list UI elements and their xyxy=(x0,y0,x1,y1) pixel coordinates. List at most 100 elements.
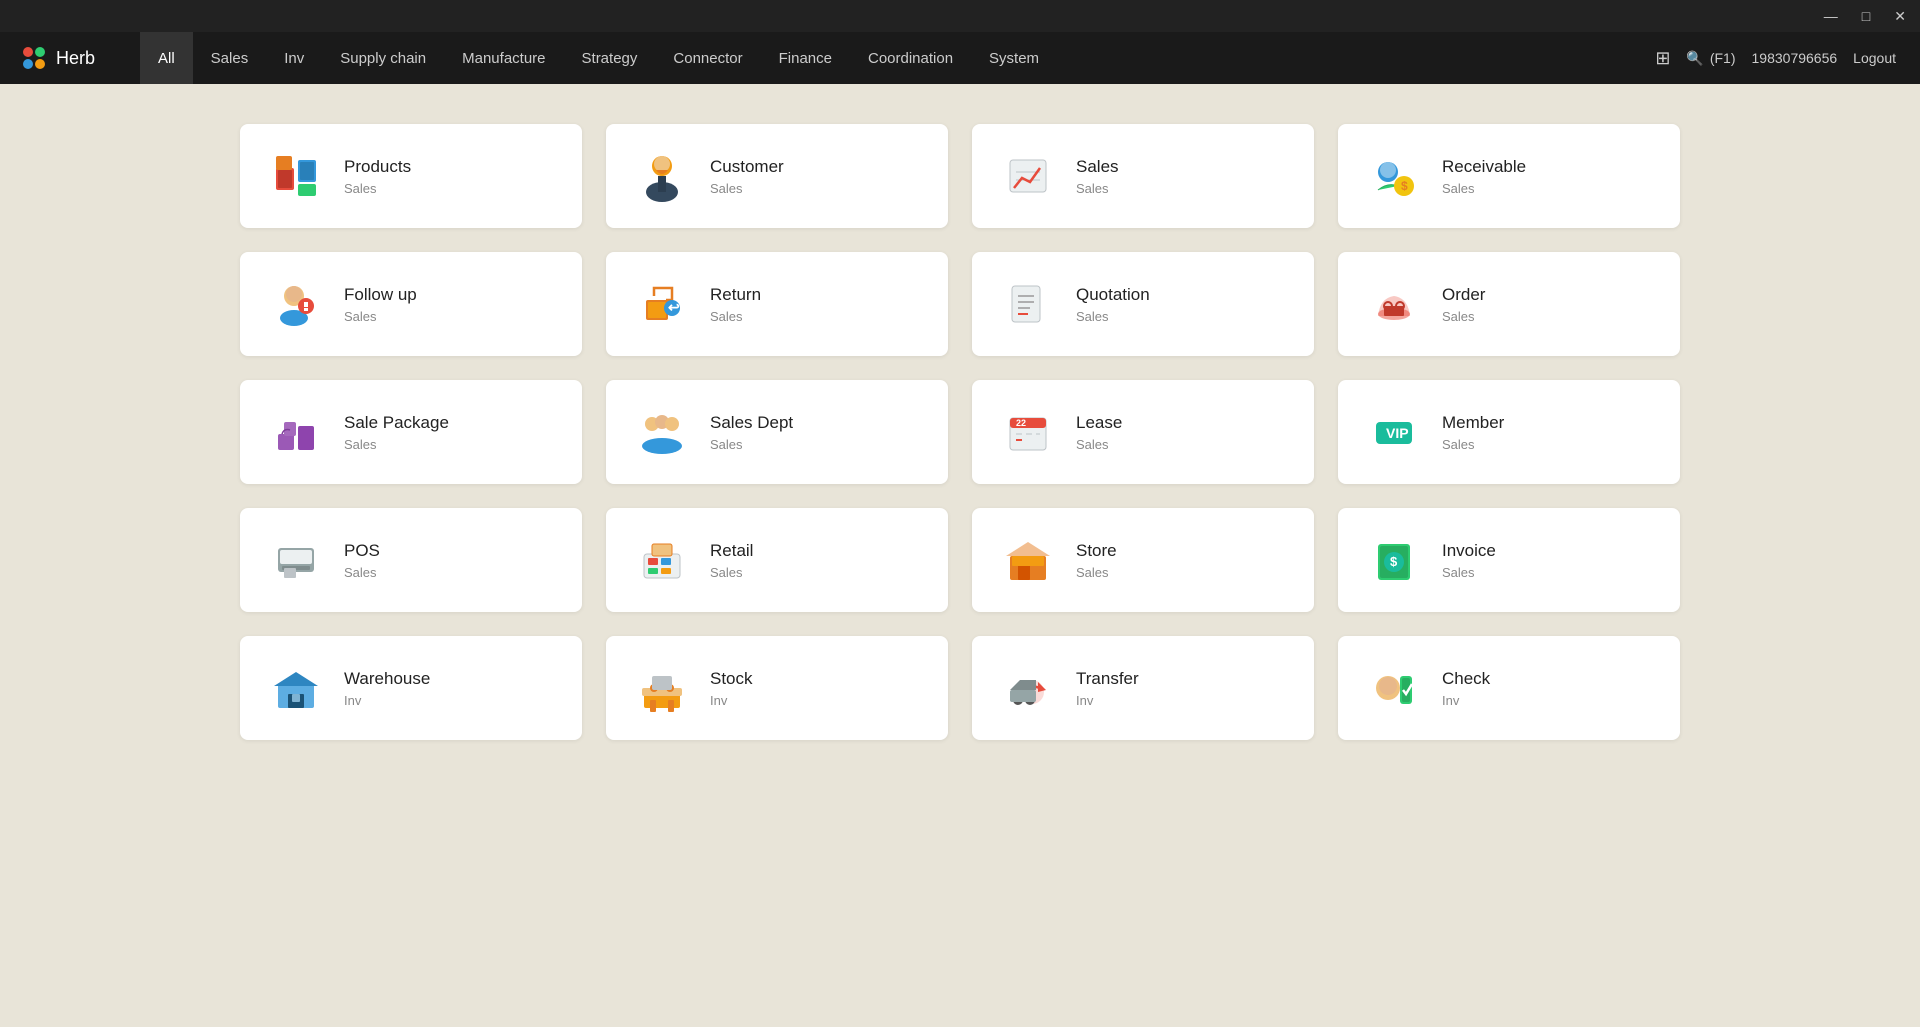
nav-item-sales[interactable]: Sales xyxy=(193,32,267,84)
card-grid: Products Sales Customer Sales Sales Sale… xyxy=(240,124,1680,740)
card-lease[interactable]: 22 Lease Sales xyxy=(972,380,1314,484)
svg-text:$: $ xyxy=(1401,179,1408,193)
card-title: Return xyxy=(710,285,761,305)
card-text: Return Sales xyxy=(710,285,761,324)
card-quotation[interactable]: Quotation Sales xyxy=(972,252,1314,356)
card-pos[interactable]: POS Sales xyxy=(240,508,582,612)
card-check[interactable]: Check Inv xyxy=(1338,636,1680,740)
card-text: Receivable Sales xyxy=(1442,157,1526,196)
card-category: Sales xyxy=(1442,437,1504,452)
card-category: Sales xyxy=(1076,309,1150,324)
card-transfer[interactable]: Transfer Inv xyxy=(972,636,1314,740)
card-customer[interactable]: Customer Sales xyxy=(606,124,948,228)
card-category: Sales xyxy=(344,309,417,324)
card-text: Follow up Sales xyxy=(344,285,417,324)
store-icon xyxy=(1000,532,1056,588)
card-title: Warehouse xyxy=(344,669,430,689)
card-return[interactable]: ↩ Return Sales xyxy=(606,252,948,356)
logout-button[interactable]: Logout xyxy=(1853,50,1896,66)
order-icon xyxy=(1366,276,1422,332)
nav-right: ⊞ 🔍 (F1) 19830796656 Logout xyxy=(1631,48,1920,69)
card-title: Member xyxy=(1442,413,1504,433)
card-text: Store Sales xyxy=(1076,541,1117,580)
card-member[interactable]: VIP Member Sales xyxy=(1338,380,1680,484)
card-category: Sales xyxy=(1076,181,1119,196)
card-products[interactable]: Products Sales xyxy=(240,124,582,228)
card-text: Sale Package Sales xyxy=(344,413,449,452)
nav-item-strategy[interactable]: Strategy xyxy=(564,32,656,84)
card-receivable[interactable]: $ Receivable Sales xyxy=(1338,124,1680,228)
card-sales-dept[interactable]: Sales Dept Sales xyxy=(606,380,948,484)
retail-icon xyxy=(634,532,690,588)
card-category: Sales xyxy=(344,437,449,452)
card-title: Transfer xyxy=(1076,669,1139,689)
card-order[interactable]: Order Sales xyxy=(1338,252,1680,356)
card-title: Check xyxy=(1442,669,1490,689)
card-title: Follow up xyxy=(344,285,417,305)
card-follow-up[interactable]: Follow up Sales xyxy=(240,252,582,356)
followup-icon xyxy=(268,276,324,332)
nav-item-inv[interactable]: Inv xyxy=(266,32,322,84)
quotation-icon xyxy=(1000,276,1056,332)
card-retail[interactable]: Retail Sales xyxy=(606,508,948,612)
navbar: Herb AllSalesInvSupply chainManufactureS… xyxy=(0,32,1920,84)
card-title: POS xyxy=(344,541,380,561)
card-category: Inv xyxy=(344,693,430,708)
svg-text:VIP: VIP xyxy=(1386,425,1409,441)
svg-text:$: $ xyxy=(1390,554,1398,569)
member-icon: VIP xyxy=(1366,404,1422,460)
card-text: Order Sales xyxy=(1442,285,1485,324)
card-text: POS Sales xyxy=(344,541,380,580)
nav-item-connector[interactable]: Connector xyxy=(655,32,760,84)
nav-item-supply-chain[interactable]: Supply chain xyxy=(322,32,444,84)
nav-item-all[interactable]: All xyxy=(140,32,193,84)
card-category: Sales xyxy=(344,181,411,196)
card-stock[interactable]: Stock Inv xyxy=(606,636,948,740)
card-title: Stock xyxy=(710,669,753,689)
card-text: Products Sales xyxy=(344,157,411,196)
card-title: Store xyxy=(1076,541,1117,561)
card-sale-package[interactable]: Sale Package Sales xyxy=(240,380,582,484)
card-category: Sales xyxy=(1076,565,1117,580)
search-shortcut: (F1) xyxy=(1710,50,1736,66)
card-sales[interactable]: Sales Sales xyxy=(972,124,1314,228)
card-text: Retail Sales xyxy=(710,541,753,580)
card-text: Stock Inv xyxy=(710,669,753,708)
card-title: Sales Dept xyxy=(710,413,793,433)
minimize-button[interactable]: — xyxy=(1818,6,1844,26)
card-text: Invoice Sales xyxy=(1442,541,1496,580)
svg-text:22: 22 xyxy=(1016,418,1026,428)
nav-brand-name: Herb xyxy=(56,48,95,69)
nav-items: AllSalesInvSupply chainManufactureStrate… xyxy=(140,32,1631,84)
card-store[interactable]: Store Sales xyxy=(972,508,1314,612)
products-icon xyxy=(268,148,324,204)
nav-user-id: 19830796656 xyxy=(1752,50,1838,66)
card-title: Receivable xyxy=(1442,157,1526,177)
card-title: Sale Package xyxy=(344,413,449,433)
card-title: Lease xyxy=(1076,413,1122,433)
nav-item-manufacture[interactable]: Manufacture xyxy=(444,32,563,84)
search-button[interactable]: 🔍 (F1) xyxy=(1686,50,1735,67)
close-button[interactable]: ✕ xyxy=(1888,6,1912,27)
receivable-icon: $ xyxy=(1366,148,1422,204)
card-invoice[interactable]: $ Invoice Sales xyxy=(1338,508,1680,612)
card-warehouse[interactable]: Warehouse Inv xyxy=(240,636,582,740)
nav-logo[interactable]: Herb xyxy=(0,44,140,72)
card-title: Products xyxy=(344,157,411,177)
card-text: Member Sales xyxy=(1442,413,1504,452)
grid-icon[interactable]: ⊞ xyxy=(1655,48,1670,69)
card-category: Sales xyxy=(344,565,380,580)
salesdept-icon xyxy=(634,404,690,460)
nav-item-system[interactable]: System xyxy=(971,32,1057,84)
card-title: Retail xyxy=(710,541,753,561)
nav-item-coordination[interactable]: Coordination xyxy=(850,32,971,84)
sales-icon xyxy=(1000,148,1056,204)
card-title: Invoice xyxy=(1442,541,1496,561)
card-category: Sales xyxy=(1442,309,1485,324)
card-category: Inv xyxy=(1076,693,1139,708)
card-title: Quotation xyxy=(1076,285,1150,305)
maximize-button[interactable]: □ xyxy=(1856,6,1876,26)
nav-item-finance[interactable]: Finance xyxy=(761,32,850,84)
salepackage-icon xyxy=(268,404,324,460)
herb-logo-icon xyxy=(20,44,48,72)
